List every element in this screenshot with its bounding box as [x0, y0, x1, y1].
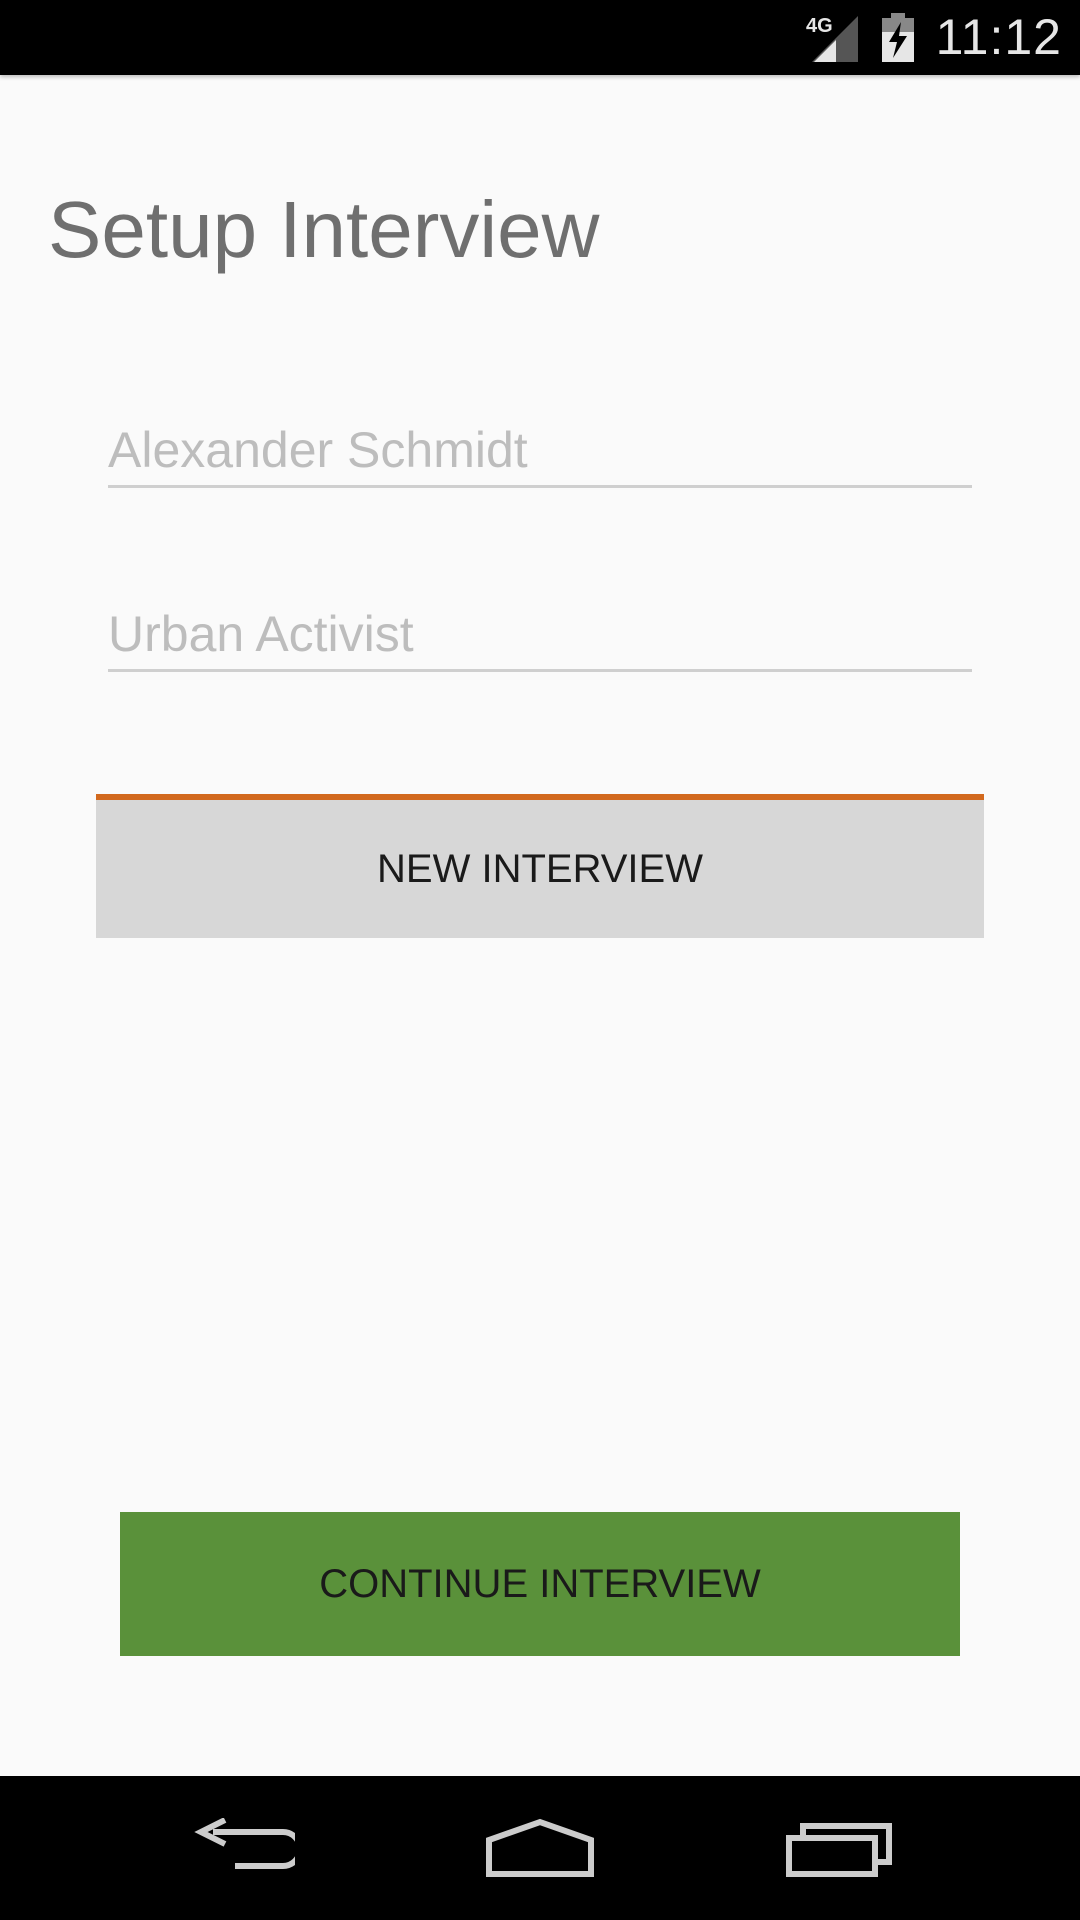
network-type-label: 4G	[806, 15, 833, 37]
status-bar: 4G 11:12	[0, 0, 1080, 75]
battery-charging-icon	[880, 12, 916, 64]
new-interview-button[interactable]: NEW INTERVIEW	[96, 794, 984, 938]
continue-interview-button[interactable]: CONTINUE INTERVIEW	[120, 1512, 960, 1656]
page-title: Setup Interview	[48, 185, 600, 274]
back-icon[interactable]	[160, 1788, 320, 1908]
interviewee-role-input[interactable]	[108, 599, 972, 672]
interviewee-name-input[interactable]	[108, 415, 972, 488]
navigation-bar	[0, 1776, 1080, 1920]
signal-icon: 4G	[806, 10, 862, 66]
recent-apps-icon[interactable]	[760, 1788, 920, 1908]
status-icons: 4G 11:12	[806, 0, 1062, 75]
home-icon[interactable]	[460, 1788, 620, 1908]
clock: 11:12	[935, 9, 1062, 65]
